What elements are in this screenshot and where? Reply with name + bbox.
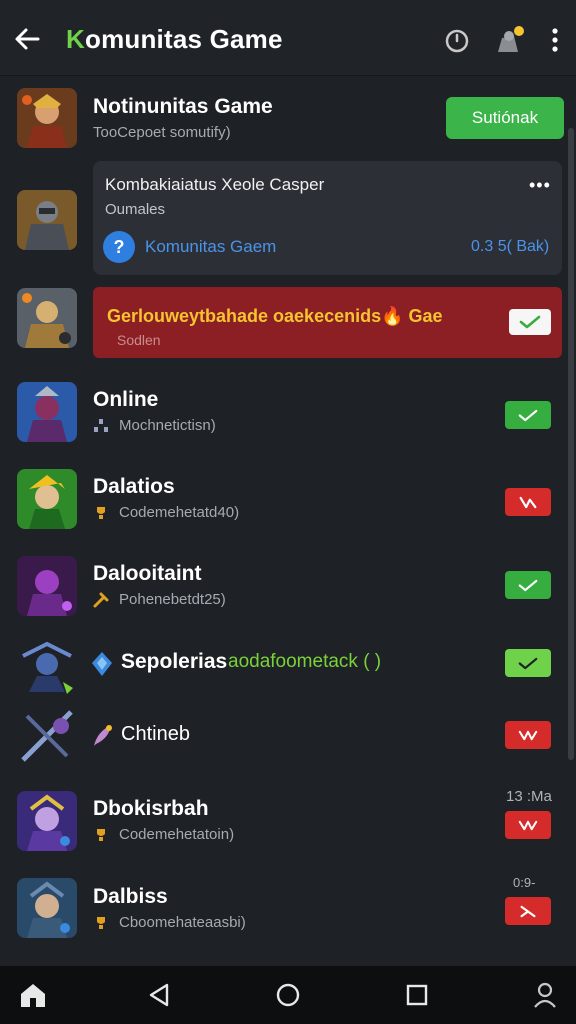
community-subtitle: TooCepoet somutify)	[93, 124, 231, 141]
banner-title: Gerlouweytbahade oaekecenids🔥 Gae	[107, 306, 443, 326]
game-thumbnail	[17, 706, 77, 766]
game-thumbnail	[17, 791, 77, 851]
timer-icon[interactable]	[443, 26, 471, 54]
status-badge[interactable]	[505, 897, 551, 925]
status-badge[interactable]	[505, 571, 551, 599]
card-title: Kombakiaiatus Xeole Casper	[105, 175, 325, 194]
card-link[interactable]: Komunitas Gaem	[145, 237, 276, 257]
nav-back-icon[interactable]	[145, 980, 175, 1010]
hammer-icon	[93, 592, 109, 608]
check-icon[interactable]	[509, 309, 551, 335]
feather-icon	[94, 725, 112, 746]
community-name: Dbokisrbah	[93, 797, 209, 820]
timestamp: 13 :Ma	[506, 788, 552, 805]
app-bar: Komunitas Game	[0, 0, 576, 76]
post-card[interactable]: Kombakiaiatus Xeole Casper Oumales ••• ?…	[93, 161, 562, 275]
trophy-icon	[97, 507, 105, 519]
card-meta: 0.3 5( Bak)	[471, 238, 550, 255]
reject-icon	[518, 820, 538, 830]
announcement-banner[interactable]: Gerlouweytbahade oaekecenids🔥 Gae Sodlen	[93, 287, 562, 358]
page-title: Komunitas Game	[66, 24, 283, 55]
community-name: Dalbiss	[93, 885, 168, 908]
game-thumbnail	[17, 469, 77, 529]
community-name: Dalooitaint	[93, 562, 202, 585]
status-badge[interactable]	[505, 649, 551, 677]
game-thumbnail	[17, 288, 77, 348]
trophy-icon	[97, 917, 105, 929]
account-icon[interactable]	[530, 980, 560, 1010]
join-button[interactable]: Sutiónak	[446, 97, 564, 139]
game-thumbnail	[17, 878, 77, 938]
community-note: aodafoometack ( )	[228, 651, 382, 672]
community-subtitle: Cboomehateaasbi)	[119, 914, 246, 931]
check-icon	[518, 409, 538, 421]
community-subtitle: Mochnetictisn)	[119, 417, 216, 434]
check-icon	[518, 657, 538, 669]
check-icon	[518, 579, 538, 591]
game-thumbnail	[17, 556, 77, 616]
profile-badge-icon[interactable]	[494, 24, 526, 56]
community-name: Dalatios	[93, 475, 175, 498]
game-thumbnail	[17, 382, 77, 442]
status-badge[interactable]	[505, 811, 551, 839]
game-thumbnail	[17, 636, 77, 696]
more-vert-icon[interactable]	[545, 26, 565, 54]
page-title-initial: K	[66, 24, 85, 54]
back-arrow-icon[interactable]	[12, 22, 42, 56]
recents-icon[interactable]	[402, 980, 432, 1010]
info-circle-icon: ?	[103, 231, 135, 263]
game-thumbnail	[17, 190, 77, 250]
members-icon	[94, 419, 108, 432]
page-title-rest: omunitas Game	[84, 24, 283, 54]
card-subtitle: Oumales	[105, 201, 166, 218]
system-nav-bar	[0, 966, 576, 1024]
community-subtitle: Codemehetatoin)	[119, 826, 235, 843]
community-name: Online	[93, 388, 159, 411]
status-badge[interactable]	[505, 401, 551, 429]
reject-icon	[520, 905, 536, 917]
nav-home-icon[interactable]	[273, 980, 303, 1010]
reject-icon	[519, 496, 537, 508]
community-name: Notinunitas Game	[93, 95, 273, 118]
gem-icon	[92, 652, 112, 676]
community-name: Chtineb	[121, 723, 190, 745]
game-thumbnail	[17, 88, 77, 148]
card-more-icon[interactable]: •••	[529, 175, 551, 196]
status-badge[interactable]	[505, 721, 551, 749]
community-list[interactable]: Notinunitas Game TooCepoet somutify) Sut…	[0, 77, 576, 965]
community-subtitle: Codemehetatd40)	[119, 504, 240, 521]
timestamp: 0:9-	[513, 875, 536, 890]
status-badge[interactable]	[505, 488, 551, 516]
community-subtitle: Pohenebetdt25)	[119, 591, 226, 608]
reject-icon	[518, 730, 538, 740]
community-name: Sepolerias	[121, 650, 228, 673]
scrollbar[interactable]	[568, 128, 574, 760]
trophy-icon	[97, 829, 105, 841]
home-icon[interactable]	[18, 980, 48, 1010]
banner-subtitle: Sodlen	[117, 332, 161, 348]
